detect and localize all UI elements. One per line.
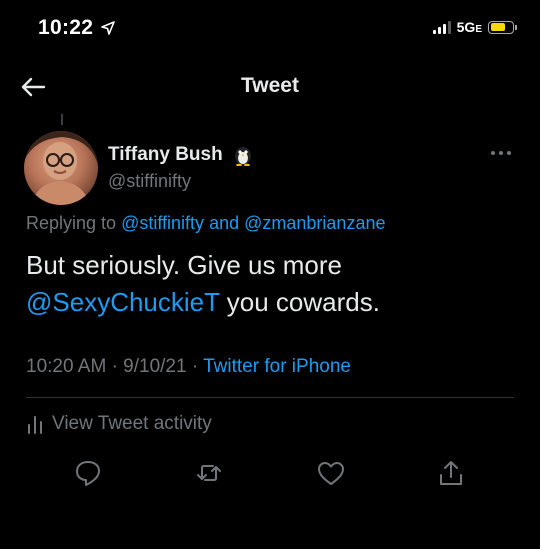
retweet-icon [197, 465, 221, 481]
tweet-text-part-1: But seriously. Give us more [26, 250, 342, 280]
more-horizontal-icon [491, 151, 511, 155]
meta-separator: · [191, 356, 204, 377]
meta-separator: · [111, 356, 124, 377]
share-icon [440, 461, 462, 485]
penguin-emoji-icon [234, 147, 251, 166]
author-name[interactable]: Tiffany Bush [108, 144, 255, 166]
page-title: Tweet [241, 74, 299, 97]
retweet-button[interactable] [194, 458, 224, 488]
like-button[interactable] [316, 458, 346, 488]
status-bar-time: 10:22 [38, 16, 116, 40]
thread-line [61, 114, 63, 125]
author-handle[interactable]: @stiffinifty [108, 171, 191, 192]
tweet-text-part-2: you cowards. [226, 287, 380, 317]
status-bar-indicators: 5GE [432, 19, 517, 35]
tweet-time: 10:20 AM [26, 356, 107, 377]
location-arrow-icon [101, 21, 116, 36]
reply-icon [76, 461, 100, 486]
status-time-text: 10:22 [38, 16, 94, 39]
activity-label: View Tweet activity [52, 413, 212, 434]
replying-and[interactable]: and [209, 213, 239, 233]
network-type: 5G [456, 19, 476, 35]
replying-to-mention-1[interactable]: @stiffinifty [121, 213, 204, 233]
tweet-text: But seriously. Give us more @SexyChuckie… [26, 247, 506, 321]
view-tweet-activity-button[interactable]: View Tweet activity [26, 413, 212, 435]
network-label: 5GE [457, 19, 482, 35]
tweet-actions-bar [0, 458, 540, 490]
avatar[interactable] [24, 131, 98, 205]
heart-icon [318, 462, 344, 485]
tweet-mention-link[interactable]: @SexyChuckieT [26, 287, 220, 317]
analytics-icon [28, 416, 42, 434]
more-options-button[interactable] [490, 146, 512, 158]
tweet-meta: 10:20 AM · 9/10/21 · Twitter for iPhone [26, 356, 351, 378]
reply-button[interactable] [73, 458, 103, 488]
replying-to-mention-2[interactable]: @zmanbrianzane [244, 213, 385, 233]
author-name-text: Tiffany Bush [108, 144, 223, 165]
replying-label: Replying to [26, 213, 117, 233]
share-button[interactable] [436, 458, 466, 488]
network-suffix: E [475, 24, 482, 35]
divider [26, 397, 514, 398]
tweet-source-link[interactable]: Twitter for iPhone [203, 356, 351, 377]
replying-to-line: Replying to @stiffinifty and @zmanbrianz… [26, 213, 385, 234]
battery-icon [488, 20, 517, 34]
signal-strength-icon [432, 20, 451, 34]
avatar-image [24, 131, 98, 205]
tweet-date: 9/10/21 [123, 356, 187, 377]
